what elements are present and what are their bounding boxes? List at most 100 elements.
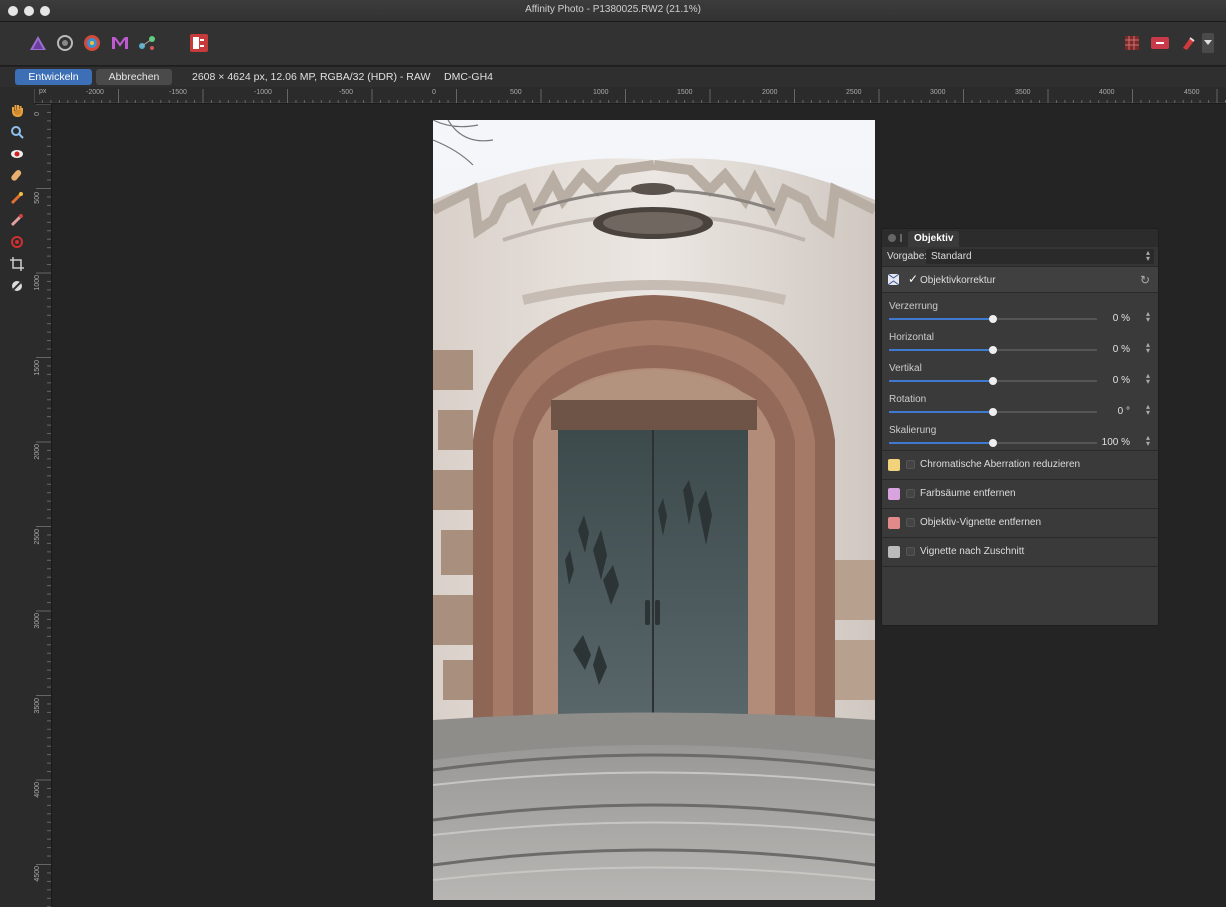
vignette-icon xyxy=(888,517,900,529)
slider-label: Vertikal xyxy=(889,363,922,374)
clipping-highlights-icon[interactable] xyxy=(1122,33,1142,53)
slider-value[interactable]: 0 % xyxy=(1090,375,1130,386)
slider-track[interactable] xyxy=(889,377,1097,385)
tools-panel xyxy=(0,87,34,907)
preset-select[interactable]: Standard ▴ ▾ xyxy=(926,249,1154,264)
white-balance-tool-icon[interactable] xyxy=(7,277,27,295)
option-checkbox[interactable] xyxy=(906,460,915,469)
liquify-persona-icon[interactable] xyxy=(55,33,75,53)
ruler-tick: -500 xyxy=(339,89,354,96)
post-crop-vignette-icon xyxy=(888,546,900,558)
option-lens-vignette[interactable]: Objektiv-Vignette entfernen xyxy=(882,509,1158,538)
ruler-tick: -1500 xyxy=(169,89,187,96)
preset-row: Vorgabe: Standard ▴ ▾ xyxy=(882,247,1158,267)
tone-mapping-persona-icon[interactable] xyxy=(110,33,130,53)
lens-panel: Objektiv Vorgabe: Standard ▴ ▾ ✓ Objektiv… xyxy=(881,228,1159,626)
ruler-tick: -2000 xyxy=(86,89,104,96)
title-bar: Affinity Photo - P1380025.RW2 (21.1%) xyxy=(0,0,1226,22)
blemish-tool-icon[interactable] xyxy=(7,167,27,185)
slider-knob[interactable] xyxy=(989,315,997,323)
camera-model: DMC-GH4 xyxy=(444,71,493,83)
reset-icon[interactable]: ↻ xyxy=(1140,273,1150,287)
slider-group: Verzerrung 0 % ▴ ▾ Horizontal 0 % ▴ ▾ Vert… xyxy=(882,293,1158,451)
ruler-tick: 4500 xyxy=(1184,89,1200,96)
section-label: Objektivkorrektur xyxy=(920,275,996,286)
chromatic-aberration-icon xyxy=(888,459,900,471)
slider-value[interactable]: 0 % xyxy=(1090,344,1130,355)
overlay-paint-tool-icon[interactable] xyxy=(7,189,27,207)
slider-track[interactable] xyxy=(889,408,1097,416)
stepper-icon[interactable]: ▴ ▾ xyxy=(1146,341,1150,355)
slider-knob[interactable] xyxy=(989,346,997,354)
develop-button[interactable]: Entwickeln xyxy=(15,69,92,85)
stepper-icon[interactable]: ▴ ▾ xyxy=(1146,372,1150,386)
ruler-tick: 0 xyxy=(432,89,436,96)
ruler-tick: 500 xyxy=(510,89,522,96)
option-label: Farbsäume entfernen xyxy=(920,488,1016,499)
ruler-tick: 2000 xyxy=(34,444,41,460)
slider-label: Verzerrung xyxy=(889,301,938,312)
ruler-tick: 2500 xyxy=(34,529,41,545)
ruler-tick: -1000 xyxy=(254,89,272,96)
option-chromatic-aberration[interactable]: Chromatische Aberration reduzieren xyxy=(882,451,1158,480)
ruler-tick: 4000 xyxy=(34,782,41,798)
raw-photo-church-portal[interactable] xyxy=(433,120,875,900)
lens-icon xyxy=(887,273,900,286)
horizontal-ruler: px -2000 -1500 -1000 -500 0 500 1000 150… xyxy=(34,87,1226,104)
lens-correction-header[interactable]: ✓ Objektivkorrektur ↻ xyxy=(882,267,1158,293)
red-eye-tool-icon[interactable] xyxy=(7,145,27,163)
slider-knob[interactable] xyxy=(989,377,997,385)
slider-label: Horizontal xyxy=(889,332,935,343)
context-toolbar: Entwickeln Abbrechen 2608 × 4624 px, 12.… xyxy=(0,67,1226,87)
photo-persona-icon[interactable] xyxy=(28,33,48,53)
overlay-erase-tool-icon[interactable] xyxy=(7,211,27,229)
stepper-icon[interactable]: ▴ ▾ xyxy=(1146,403,1150,417)
chevron-down-icon[interactable] xyxy=(1202,33,1214,53)
vertical-ruler: 0 500 1000 1500 2000 2500 3000 3500 4000… xyxy=(34,104,52,907)
slider-value[interactable]: 0 ° xyxy=(1090,406,1130,417)
overlay-gradient-tool-icon[interactable] xyxy=(7,233,27,251)
option-fringe-removal[interactable]: Farbsäume entfernen xyxy=(882,480,1158,509)
stepper-icon[interactable]: ▴ ▾ xyxy=(1146,310,1150,324)
preset-value: Standard xyxy=(931,251,972,262)
crop-tool-icon[interactable] xyxy=(7,255,27,273)
ruler-tick: 3000 xyxy=(930,89,946,96)
zoom-tool-icon[interactable] xyxy=(7,123,27,141)
develop-persona-icon[interactable] xyxy=(82,33,102,53)
split-view-icon[interactable] xyxy=(190,34,208,52)
magnet-icon[interactable] xyxy=(1178,33,1198,53)
option-checkbox[interactable] xyxy=(906,547,915,556)
ruler-tick: 3500 xyxy=(34,698,41,714)
slider-verzerrung: Verzerrung 0 % ▴ ▾ xyxy=(882,298,1158,329)
close-panel-icon[interactable] xyxy=(888,234,896,242)
stepper-icon[interactable]: ▴ ▾ xyxy=(1146,434,1150,448)
ruler-tick: 3000 xyxy=(34,613,41,629)
ruler-tick: 3500 xyxy=(1015,89,1031,96)
slider-knob[interactable] xyxy=(989,439,997,447)
slider-track[interactable] xyxy=(889,439,1097,447)
slider-value[interactable]: 100 % xyxy=(1090,437,1130,448)
panel-header: Objektiv xyxy=(882,229,1158,247)
slider-knob[interactable] xyxy=(989,408,997,416)
slider-label: Skalierung xyxy=(889,425,937,436)
option-checkbox[interactable] xyxy=(906,518,915,527)
cancel-button[interactable]: Abbrechen xyxy=(96,69,172,85)
tab-objektiv[interactable]: Objektiv xyxy=(908,231,960,247)
clipping-shadows-icon[interactable] xyxy=(1150,33,1170,53)
slider-value[interactable]: 0 % xyxy=(1090,313,1130,324)
slider-track[interactable] xyxy=(889,346,1097,354)
option-post-crop-vignette[interactable]: Vignette nach Zuschnitt xyxy=(882,538,1158,567)
ruler-tick: 1000 xyxy=(34,275,41,291)
export-persona-icon[interactable] xyxy=(137,33,157,53)
slider-label: Rotation xyxy=(889,394,927,405)
option-checkbox[interactable] xyxy=(906,489,915,498)
grip-icon[interactable] xyxy=(900,234,902,242)
window-title: Affinity Photo - P1380025.RW2 (21.1%) xyxy=(525,4,701,15)
check-icon[interactable]: ✓ xyxy=(908,272,918,286)
slider-track[interactable] xyxy=(889,315,1097,323)
preset-label: Vorgabe: xyxy=(887,251,928,262)
view-tool-icon[interactable] xyxy=(7,101,27,119)
panel-empty-area xyxy=(882,567,1158,622)
ruler-tick: 0 xyxy=(34,112,41,116)
ruler-tick: 2000 xyxy=(762,89,778,96)
